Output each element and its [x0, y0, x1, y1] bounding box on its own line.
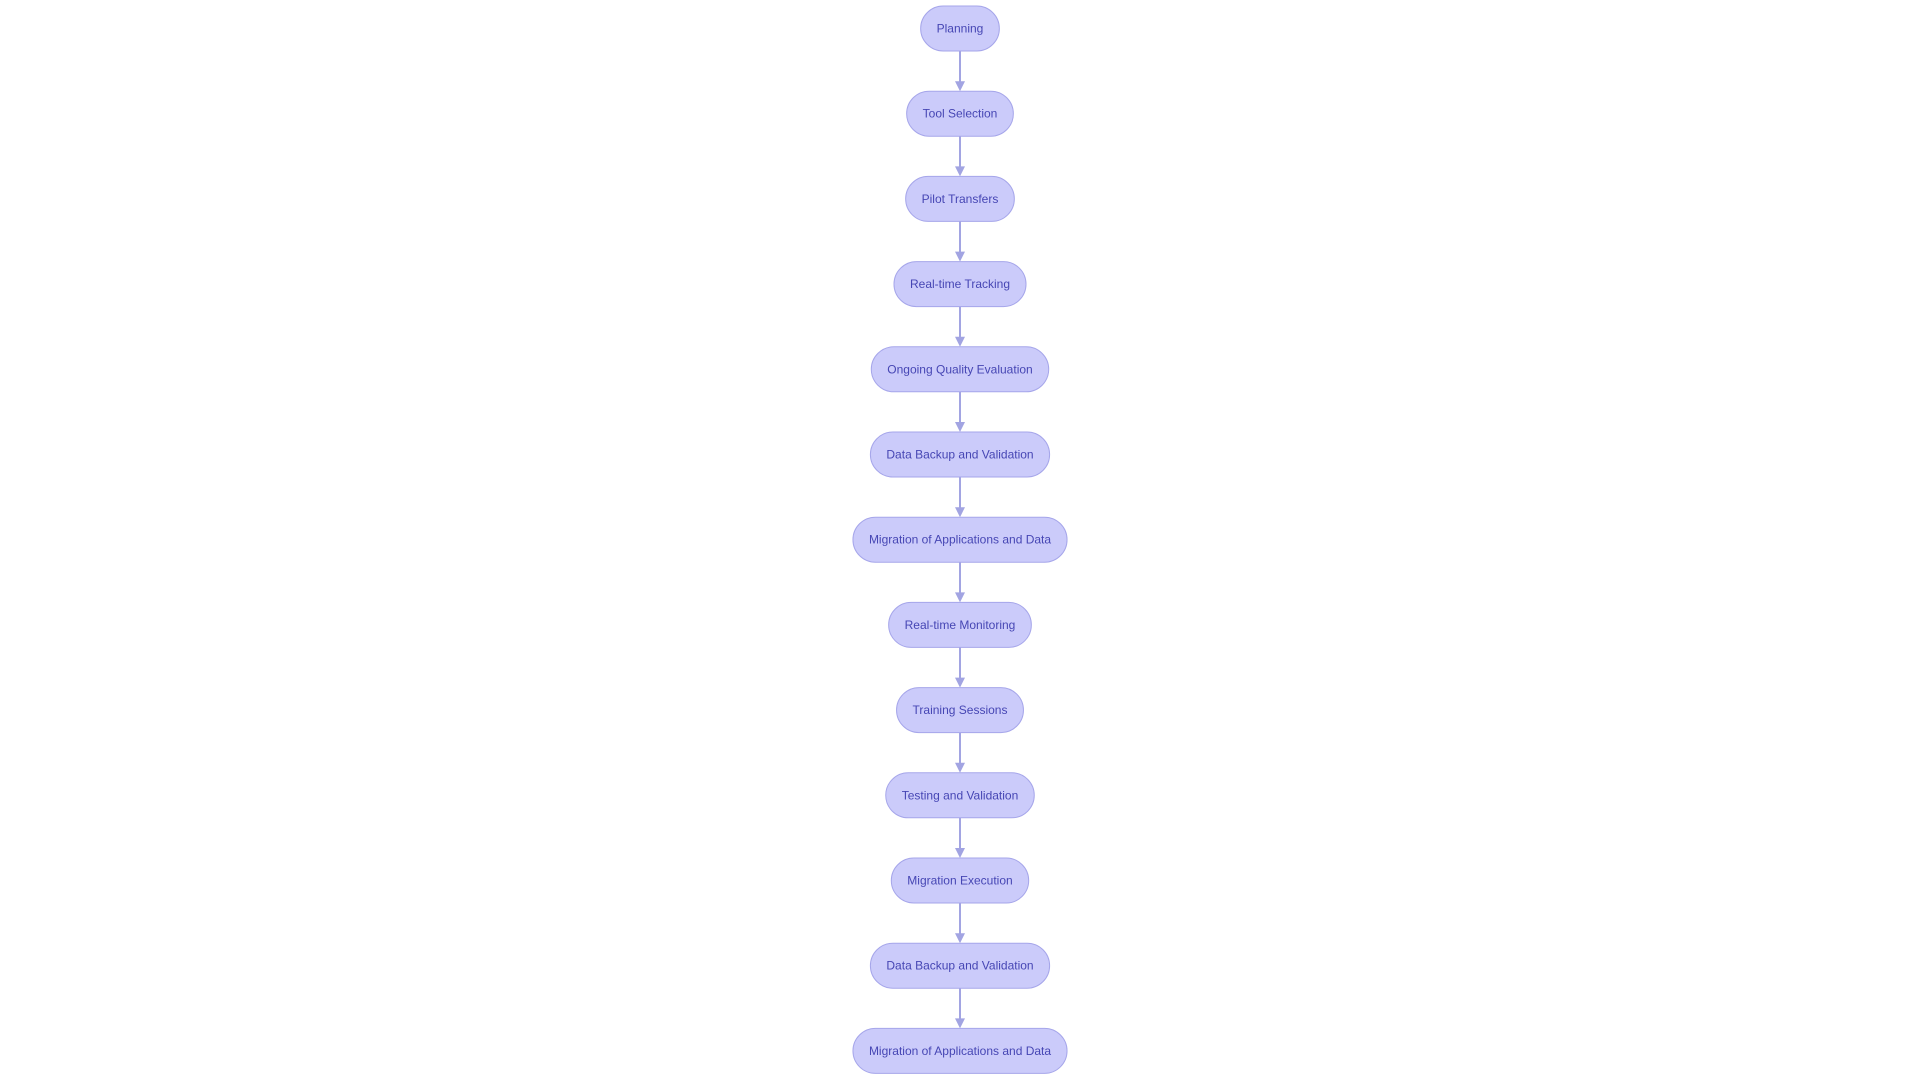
- arrowhead-icon: [955, 336, 965, 347]
- flow-edge: [955, 477, 965, 518]
- node-label: Migration of Applications and Data: [869, 533, 1051, 547]
- flow-node: Training Sessions: [896, 687, 1024, 734]
- flow-node: Testing and Validation: [885, 772, 1035, 819]
- arrowhead-icon: [955, 507, 965, 518]
- flow-edge: [955, 221, 965, 262]
- node-label: Migration of Applications and Data: [869, 1044, 1051, 1058]
- arrowhead-icon: [955, 166, 965, 177]
- flow-edge: [955, 732, 965, 773]
- arrowhead-icon: [955, 592, 965, 603]
- node-label: Real-time Monitoring: [905, 618, 1016, 632]
- arrowhead-icon: [955, 848, 965, 858]
- flow-edge: [955, 391, 965, 432]
- flow-node: Migration of Applications and Data: [852, 1027, 1068, 1074]
- flow-edge: [955, 136, 965, 177]
- arrowhead-icon: [955, 422, 965, 432]
- flow-node: Planning: [920, 5, 1000, 52]
- flow-node: Real-time Tracking: [893, 261, 1027, 308]
- flow-edge: [955, 51, 965, 92]
- node-label: Real-time Tracking: [910, 277, 1010, 291]
- node-label: Planning: [937, 22, 984, 36]
- node-label: Migration Execution: [907, 874, 1012, 888]
- flow-edge: [955, 306, 965, 347]
- flow-node: Ongoing Quality Evaluation: [870, 346, 1050, 393]
- node-label: Data Backup and Validation: [886, 448, 1033, 462]
- flow-node: Migration of Applications and Data: [852, 516, 1068, 563]
- arrowhead-icon: [955, 677, 965, 688]
- flow-edge: [955, 647, 965, 688]
- flow-edge: [955, 903, 965, 944]
- flow-node: Real-time Monitoring: [888, 601, 1032, 648]
- arrowhead-icon: [955, 81, 965, 92]
- node-label: Tool Selection: [923, 107, 998, 121]
- arrowhead-icon: [955, 933, 965, 944]
- arrowhead-icon: [955, 1018, 965, 1029]
- flow-node: Data Backup and Validation: [869, 431, 1051, 478]
- node-label: Pilot Transfers: [922, 192, 999, 206]
- flow-node: Migration Execution: [890, 857, 1030, 904]
- flow-node: Pilot Transfers: [905, 175, 1015, 222]
- node-label: Data Backup and Validation: [886, 959, 1033, 973]
- flow-node: Data Backup and Validation: [869, 942, 1051, 989]
- flowchart: Planning Tool Selection Pilot Transfers Rea…: [852, 5, 1068, 1074]
- node-label: Testing and Validation: [902, 788, 1019, 802]
- node-label: Training Sessions: [913, 703, 1008, 717]
- flow-edge: [955, 988, 965, 1029]
- arrowhead-icon: [955, 762, 965, 773]
- node-label: Ongoing Quality Evaluation: [887, 362, 1032, 376]
- arrowhead-icon: [955, 251, 965, 262]
- flow-edge: [955, 817, 965, 858]
- flow-node: Tool Selection: [906, 90, 1014, 137]
- flow-edge: [955, 562, 965, 603]
